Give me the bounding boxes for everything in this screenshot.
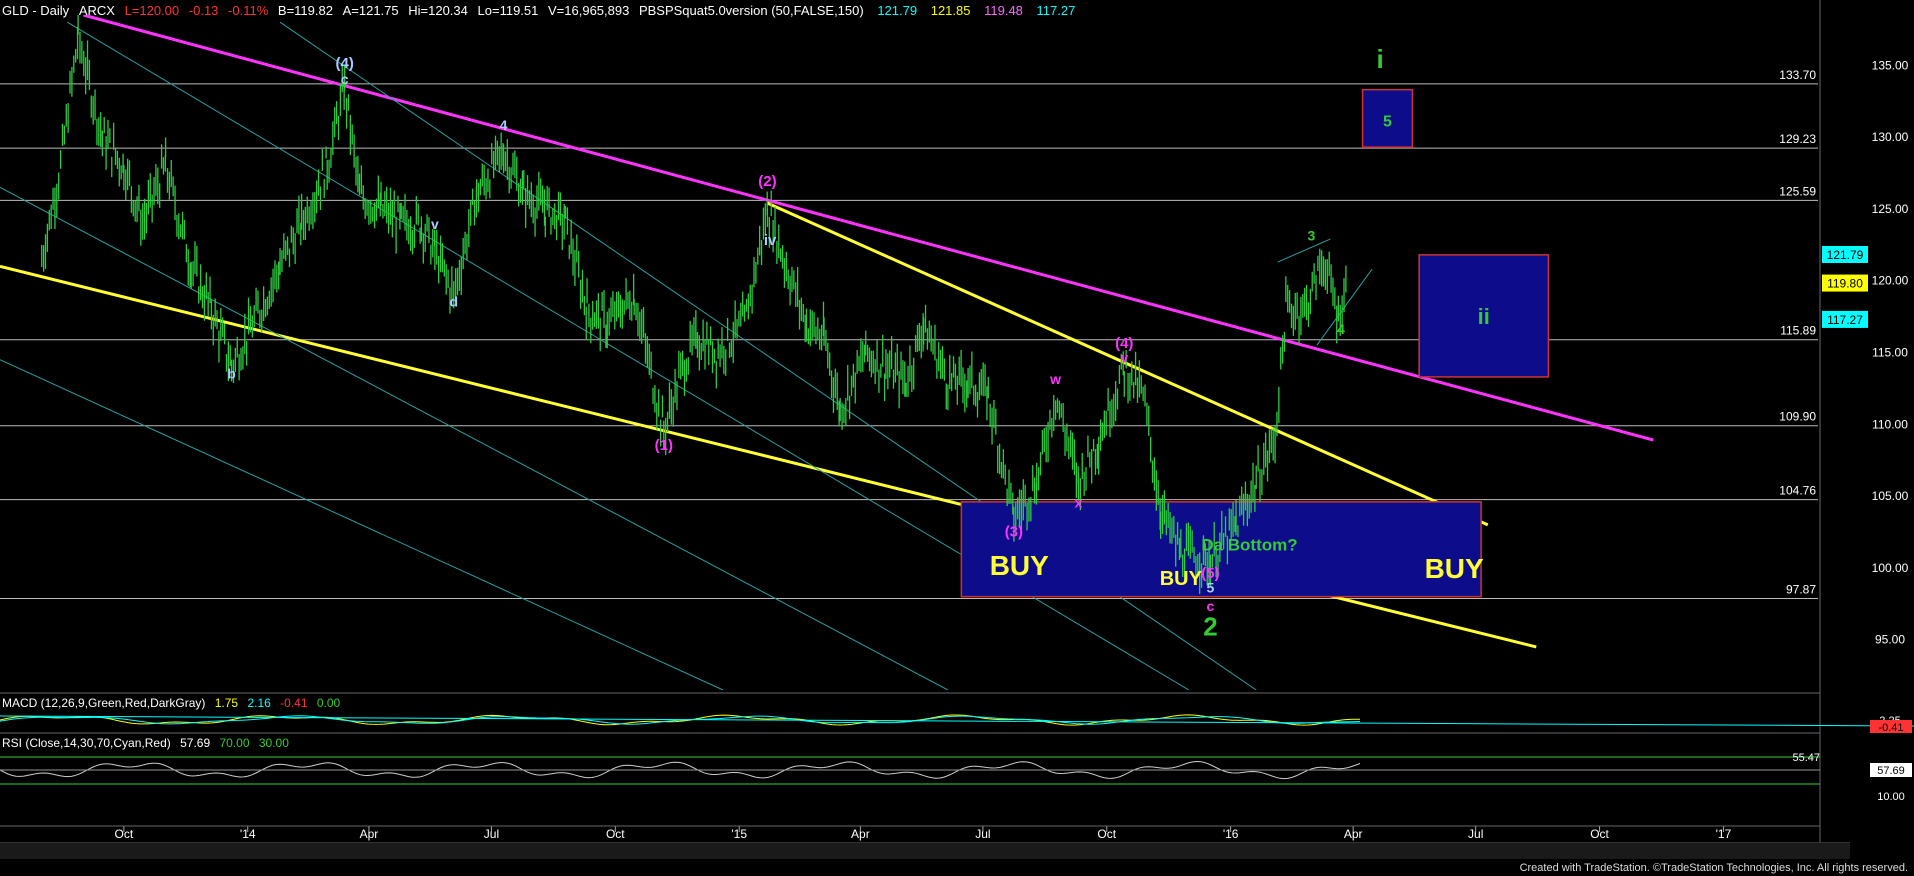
x-tick-label: Apr xyxy=(851,827,870,841)
study-value-1: 121.79 xyxy=(877,3,918,18)
box-label: 5 xyxy=(1383,113,1392,130)
change-percent: -0.11% xyxy=(228,3,269,18)
rsi-label: RSI (Close,14,30,70,Cyan,Red) xyxy=(2,736,171,750)
rsi-value-tag-label: 57.69 xyxy=(1877,765,1905,777)
x-tick-label: Apr xyxy=(1344,827,1363,841)
x-tick-label: Oct xyxy=(115,827,134,841)
study-name: PBSPSquat5.0version (50,FALSE,150) xyxy=(638,3,864,18)
wave-label: v xyxy=(431,216,439,232)
wave-label: (2) xyxy=(758,173,776,190)
time-scrollbar[interactable] xyxy=(0,842,1850,859)
x-tick-label: Jul xyxy=(484,827,499,841)
annotation-label: BUY xyxy=(1160,568,1203,590)
wave-label: 4 xyxy=(1337,321,1345,337)
wave-label: w xyxy=(1049,371,1061,387)
wave-label: 3 xyxy=(1308,227,1316,243)
macd-value-1: 1.75 xyxy=(214,696,239,710)
wave-label: 5 xyxy=(1207,579,1215,595)
ask-price: A=121.75 xyxy=(342,3,399,18)
x-tick-label: '16 xyxy=(1223,827,1239,841)
rsi-axis-label: 55.47 xyxy=(1792,752,1820,764)
wave-label: b xyxy=(227,365,236,381)
high-price: Hi=120.34 xyxy=(408,3,468,18)
rsi-value-1: 57.69 xyxy=(180,736,211,750)
x-tick-label: '15 xyxy=(731,827,747,841)
study-value-4: 117.27 xyxy=(1036,3,1076,18)
chart-header: GLD - Daily ARCX L=120.00 -0.13 -0.11% B… xyxy=(2,3,1075,18)
price-tag-label: 117.27 xyxy=(1827,313,1863,327)
bid-price: B=119.82 xyxy=(277,3,333,18)
wave-label: v xyxy=(1120,350,1128,366)
rsi-value-3: 30.00 xyxy=(258,736,289,750)
x-tick-label: '17 xyxy=(1716,827,1732,841)
y-tick-label: 115.00 xyxy=(1872,346,1908,360)
y-tick-label: 95.00 xyxy=(1875,633,1905,647)
wave-label: c xyxy=(341,71,349,87)
y-tick-label: 125.00 xyxy=(1872,202,1909,216)
wave-label: (1) xyxy=(655,437,673,454)
macd-value-4: 0.00 xyxy=(316,696,341,710)
x-tick-label: Jul xyxy=(1468,827,1483,841)
level-label: 97.87 xyxy=(1786,583,1816,597)
wave-label: x xyxy=(1075,495,1083,511)
wave-label: 4 xyxy=(500,117,508,133)
annotation-label: Da Bottom? xyxy=(1201,536,1297,555)
macd-value-tag-label: -0.41 xyxy=(1878,722,1903,734)
macd-value-2: 2.16 xyxy=(247,696,271,710)
study-value-2: 121.85 xyxy=(930,3,971,18)
level-label: 104.76 xyxy=(1779,484,1816,498)
rsi-axis-label: 10.00 xyxy=(1877,791,1905,803)
wave-label: (3) xyxy=(1005,523,1023,540)
wave-label: 2 xyxy=(1203,611,1217,641)
macd-header: MACD (12,26,9,Green,Red,DarkGray) 1.75 2… xyxy=(2,696,340,710)
annotation-label: BUY xyxy=(990,550,1049,581)
study-value-3: 119.48 xyxy=(984,3,1023,18)
level-label: 115.89 xyxy=(1780,324,1816,338)
x-tick-label: Oct xyxy=(1097,827,1116,841)
y-tick-label: 135.00 xyxy=(1872,58,1909,72)
y-tick-label: 110.00 xyxy=(1872,417,1908,431)
change-value: -0.13 xyxy=(188,3,219,18)
level-label: 133.70 xyxy=(1779,68,1816,82)
low-price: Lo=119.51 xyxy=(477,3,539,18)
y-tick-label: 100.00 xyxy=(1872,561,1909,575)
rsi-value-2: 70.00 xyxy=(219,736,250,750)
x-tick-label: Apr xyxy=(360,827,379,841)
symbol-title: GLD - Daily xyxy=(2,3,70,18)
annotation-label: BUY xyxy=(1425,553,1484,584)
x-tick-label: '14 xyxy=(240,827,256,841)
x-tick-label: Jul xyxy=(975,827,990,841)
level-label: 129.23 xyxy=(1779,132,1816,146)
x-tick-label: Oct xyxy=(1590,827,1609,841)
volume-value: V=16,965,893 xyxy=(548,3,630,18)
y-tick-label: 120.00 xyxy=(1872,274,1909,288)
level-label: 125.59 xyxy=(1779,184,1816,198)
wave-label: d xyxy=(449,294,458,310)
rsi-header: RSI (Close,14,30,70,Cyan,Red) 57.69 70.0… xyxy=(2,736,289,750)
wave-label: iv xyxy=(764,232,777,249)
wave-label: (4) xyxy=(336,55,354,72)
y-tick-label: 105.00 xyxy=(1872,489,1909,503)
x-tick-label: Oct xyxy=(606,827,625,841)
exchange-label: ARCX xyxy=(78,3,115,18)
price-tag-label: 121.79 xyxy=(1827,248,1864,262)
last-price: L=120.00 xyxy=(124,3,180,18)
y-tick-label: 130.00 xyxy=(1872,130,1909,144)
macd-label: MACD (12,26,9,Green,Red,DarkGray) xyxy=(2,696,206,710)
price-tag-label: 119.80 xyxy=(1827,277,1863,291)
wave-label: i xyxy=(1376,44,1383,74)
macd-value-3: -0.41 xyxy=(280,696,308,710)
box-label: ii xyxy=(1478,304,1490,329)
level-label: 109.90 xyxy=(1779,410,1816,424)
footer-credit: Created with TradeStation. ©TradeStation… xyxy=(1519,862,1908,874)
